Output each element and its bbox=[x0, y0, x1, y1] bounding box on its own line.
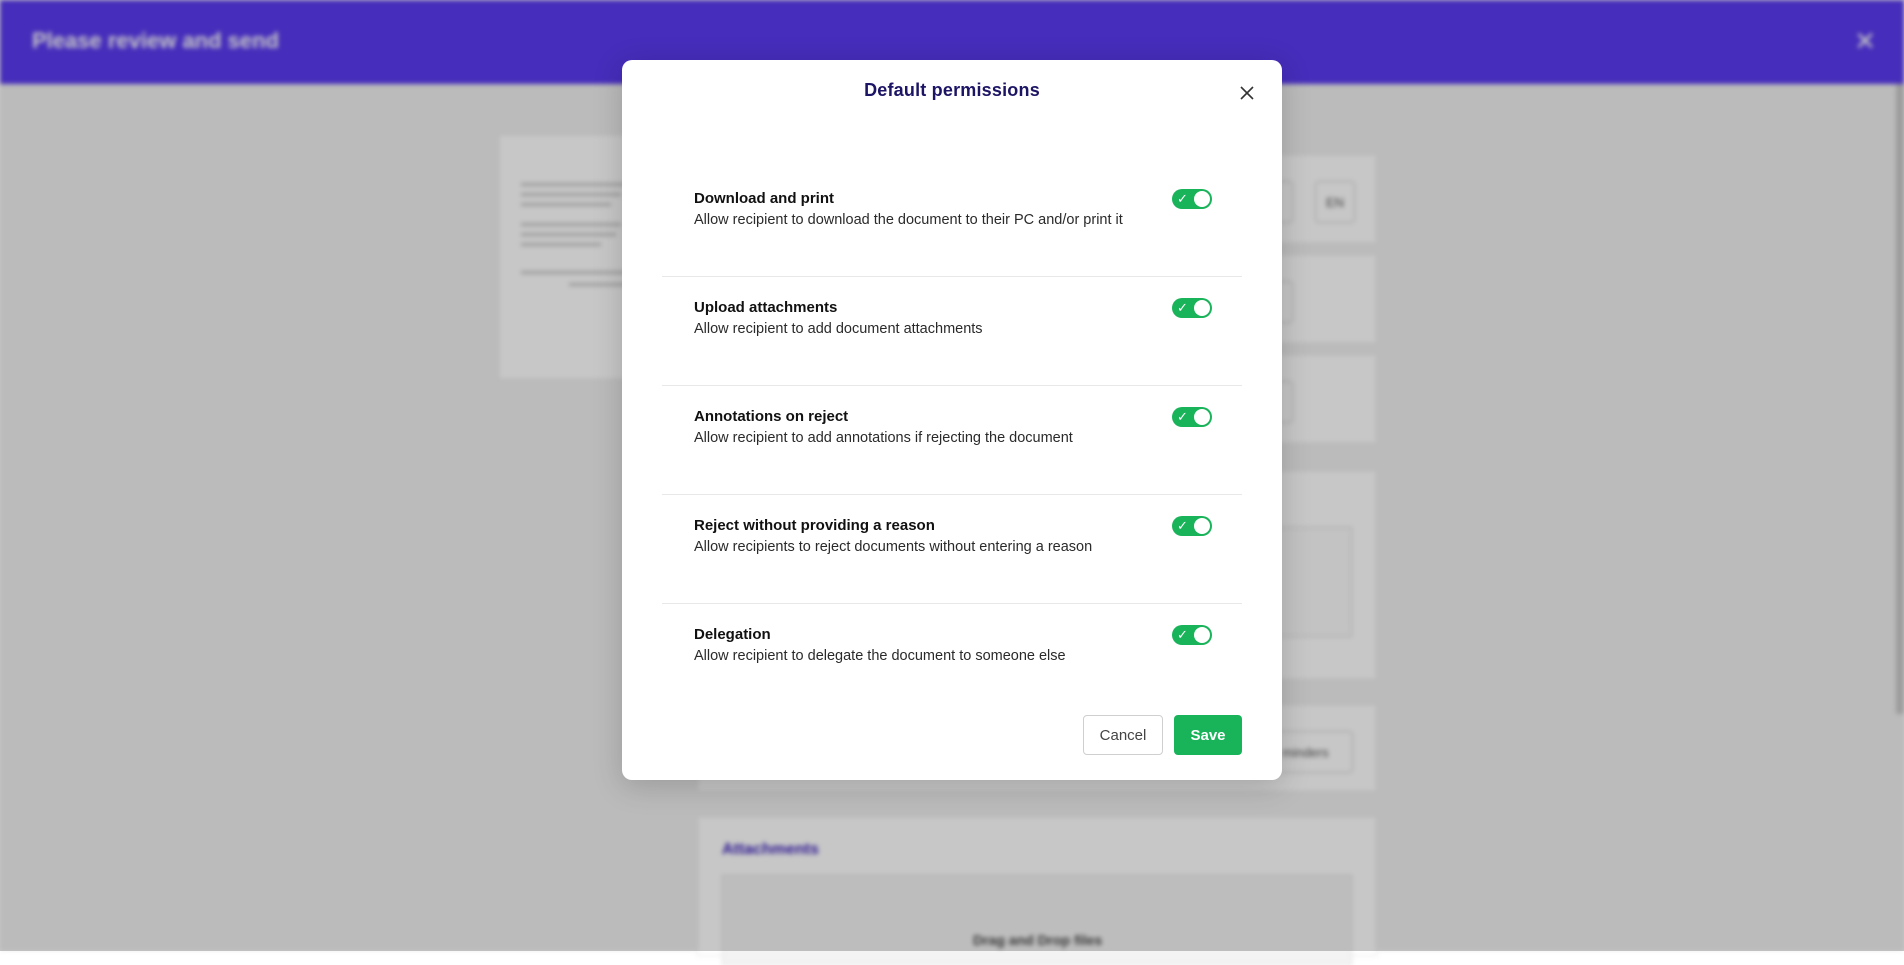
save-button[interactable]: Save bbox=[1174, 715, 1242, 755]
toggle-knob bbox=[1194, 191, 1210, 207]
toggle-knob bbox=[1194, 300, 1210, 316]
permissions-list: Download and print Allow recipient to do… bbox=[662, 168, 1242, 713]
toggle-knob bbox=[1194, 518, 1210, 534]
delegation-toggle[interactable]: ✓ bbox=[1172, 625, 1212, 645]
check-icon: ✓ bbox=[1177, 518, 1188, 533]
permission-row-delegation: Delegation Allow recipient to delegate t… bbox=[662, 604, 1242, 713]
permission-title: Upload attachments bbox=[694, 299, 838, 316]
permission-row-annotations-on-reject: Annotations on reject Allow recipient to… bbox=[662, 386, 1242, 495]
dialog-title: Default permissions bbox=[864, 80, 1040, 100]
permission-title: Download and print bbox=[694, 190, 834, 207]
permission-title: Annotations on reject bbox=[694, 408, 849, 425]
check-icon: ✓ bbox=[1177, 627, 1188, 642]
permission-description: Allow recipient to delegate the document… bbox=[694, 648, 1066, 664]
permission-description: Allow recipient to download the document… bbox=[694, 212, 1123, 228]
permission-row-upload-attachments: Upload attachments Allow recipient to ad… bbox=[662, 277, 1242, 386]
annotations-on-reject-toggle[interactable]: ✓ bbox=[1172, 407, 1212, 427]
cancel-button[interactable]: Cancel bbox=[1083, 715, 1163, 755]
upload-attachments-toggle[interactable]: ✓ bbox=[1172, 298, 1212, 318]
permission-description: Allow recipient to add annotations if re… bbox=[694, 430, 1073, 446]
reject-without-reason-toggle[interactable]: ✓ bbox=[1172, 516, 1212, 536]
permission-description: Allow recipient to add document attachme… bbox=[694, 321, 983, 337]
permission-title: Reject without providing a reason bbox=[694, 517, 935, 534]
download-print-toggle[interactable]: ✓ bbox=[1172, 189, 1212, 209]
check-icon: ✓ bbox=[1177, 300, 1188, 315]
toggle-knob bbox=[1194, 409, 1210, 425]
check-icon: ✓ bbox=[1177, 191, 1188, 206]
permission-description: Allow recipients to reject documents wit… bbox=[694, 539, 1093, 555]
check-icon: ✓ bbox=[1177, 409, 1188, 424]
permission-row-reject-without-reason: Reject without providing a reason Allow … bbox=[662, 495, 1242, 604]
permission-title: Delegation bbox=[694, 626, 771, 643]
toggle-knob bbox=[1194, 627, 1210, 643]
permission-row-download-print: Download and print Allow recipient to do… bbox=[662, 168, 1242, 277]
default-permissions-dialog: Default permissions Download and print A… bbox=[622, 60, 1282, 780]
close-icon[interactable] bbox=[1236, 82, 1258, 104]
